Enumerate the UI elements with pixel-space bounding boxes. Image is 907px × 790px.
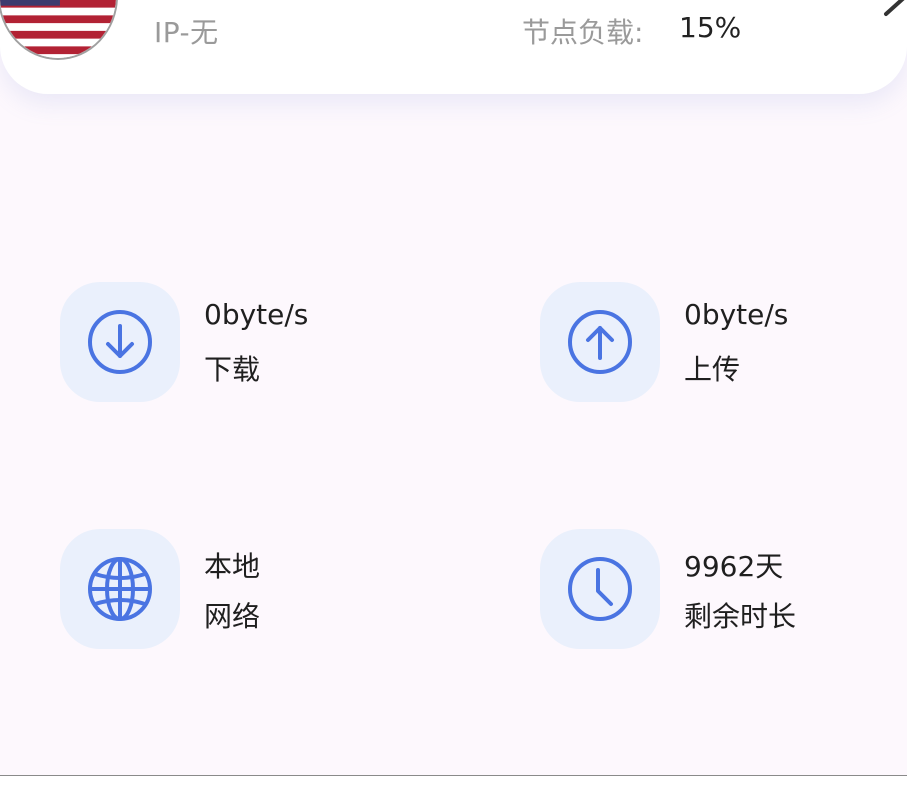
- network-value: 本地: [204, 550, 261, 583]
- network-stat: 本地 网络: [60, 529, 390, 649]
- server-card: [0, 0, 907, 94]
- download-arrow-icon: [88, 310, 152, 374]
- network-label: 网络: [204, 600, 261, 633]
- bottom-bar: [0, 776, 907, 790]
- upload-speed-value: 0byte/s: [684, 298, 789, 331]
- ip-label: IP-无: [154, 16, 219, 49]
- network-icon-box: [60, 529, 180, 649]
- remaining-time-value: 9962天: [684, 550, 784, 583]
- pencil-icon[interactable]: [876, 0, 907, 24]
- upload-label: 上传: [684, 353, 741, 386]
- remaining-time-label: 剩余时长: [684, 600, 797, 633]
- download-label: 下载: [204, 353, 261, 386]
- globe-icon: [88, 557, 152, 621]
- download-speed-stat: 0byte/s 下载: [60, 282, 390, 402]
- download-icon-box: [60, 282, 180, 402]
- upload-arrow-icon: [568, 310, 632, 374]
- remaining-time-stat: 9962天 剩余时长: [540, 529, 870, 649]
- node-load-label: 节点负载:: [522, 16, 644, 49]
- download-speed-value: 0byte/s: [204, 298, 309, 331]
- upload-speed-stat: 0byte/s 上传: [540, 282, 870, 402]
- node-load-value: 15%: [679, 11, 742, 44]
- remaining-time-icon-box: [540, 529, 660, 649]
- clock-icon: [568, 557, 632, 621]
- upload-icon-box: [540, 282, 660, 402]
